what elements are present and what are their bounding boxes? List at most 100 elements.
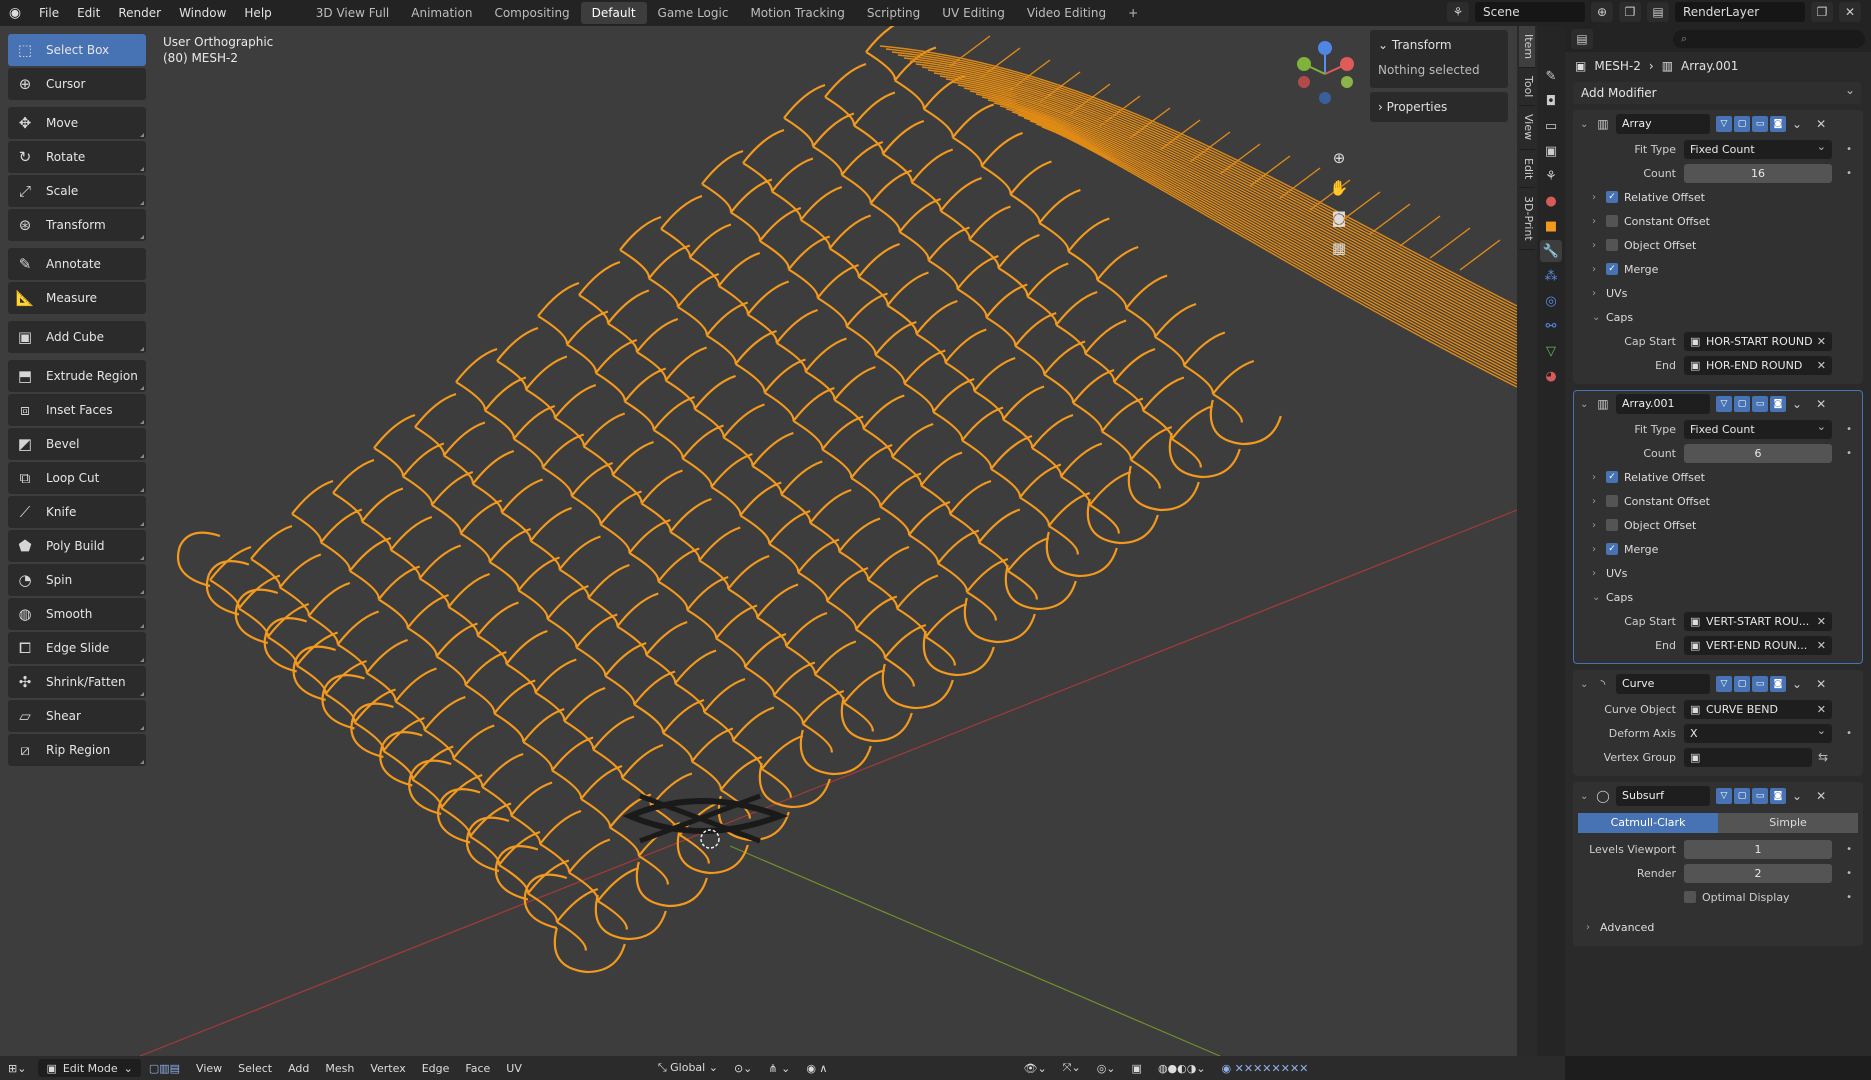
properties-search-input[interactable]: ⌕ <box>1673 30 1865 48</box>
modifier-wrench-icon[interactable]: 🔧 <box>1540 240 1562 262</box>
modifier-name-field[interactable]: Array.001 <box>1616 394 1710 414</box>
mode-select[interactable]: ▣ Edit Mode ⌄ <box>38 1059 141 1077</box>
tool-spin[interactable]: ◔ Spin <box>8 564 146 596</box>
render-camera-icon[interactable]: ◙ <box>1770 116 1786 132</box>
gizmo-toggle-icon[interactable]: ⤧⌄ <box>1055 1061 1089 1075</box>
ws-tab-video-editing[interactable]: Video Editing <box>1016 2 1117 24</box>
remove-modifier-icon[interactable]: ✕ <box>1816 397 1826 411</box>
cap-start-field[interactable]: HOR-START ROUND ✕ <box>1684 331 1832 351</box>
render-levels-field[interactable]: 2 <box>1684 863 1832 883</box>
menu-face[interactable]: Face <box>457 1062 498 1075</box>
tab-tool[interactable]: Tool <box>1519 68 1535 107</box>
clear-icon[interactable]: ✕ <box>1817 636 1826 655</box>
caps-row[interactable]: ⌄ Caps <box>1574 305 1862 329</box>
scene-props-icon[interactable]: ⚘ <box>1540 165 1562 187</box>
tool-add-cube[interactable]: ▣ Add Cube <box>8 321 146 353</box>
menu-add[interactable]: Add <box>280 1062 317 1075</box>
merge-row[interactable]: › ✓ Merge <box>1574 257 1862 281</box>
tab-item[interactable]: Item <box>1519 26 1535 69</box>
simple-button[interactable]: Simple <box>1718 813 1858 833</box>
curve-modifier-header[interactable]: ⌄ ◝ Curve ▽ ▢ ▭ ◙ ⌄ ✕ <box>1574 671 1862 697</box>
array-modifier-header[interactable]: ⌄ ▥ Array ▽ ▢ ▭ ◙ ⌄ ✕ <box>1574 111 1862 137</box>
menu-mesh[interactable]: Mesh <box>317 1062 362 1075</box>
clear-icon[interactable]: ✕ <box>1817 700 1826 719</box>
add-workspace-icon[interactable]: + <box>1117 2 1149 24</box>
deform-axis-select[interactable]: X <box>1684 721 1832 743</box>
new-scene-icon[interactable]: ❐ <box>1619 2 1641 22</box>
zoom-icon[interactable]: ⊕ <box>1325 144 1353 172</box>
editor-type-icon[interactable]: ⊞⌄ <box>0 1062 34 1075</box>
menu-edge[interactable]: Edge <box>414 1062 458 1075</box>
add-modifier-button[interactable]: Add Modifier <box>1573 79 1861 104</box>
properties-section[interactable]: › Properties <box>1370 92 1508 122</box>
dropdown-chevron-icon[interactable]: ⌄ <box>1792 789 1802 803</box>
expand-arrow-icon[interactable]: › <box>1592 192 1600 203</box>
cap-end-field[interactable]: VERT-END ROUN... ✕ <box>1684 635 1832 655</box>
optimal-display-checkbox[interactable] <box>1684 891 1696 903</box>
keyframe-dot-icon[interactable]: • <box>1846 448 1852 459</box>
ws-tab-compositing[interactable]: Compositing <box>483 2 580 24</box>
array-001-modifier-header[interactable]: ⌄ ▥ Array.001 ▽ ▢ ▭ ◙ ⌄ ✕ <box>1574 391 1862 417</box>
viewport-display-icon[interactable]: ▭ <box>1752 396 1768 412</box>
catmull-clark-button[interactable]: Catmull-Clark <box>1578 813 1718 833</box>
ws-tab-motion-tracking[interactable]: Motion Tracking <box>739 2 855 24</box>
keyframe-dot-icon[interactable]: • <box>1846 144 1852 155</box>
tool-shrink-fatten[interactable]: ✣ Shrink/Fatten <box>8 666 146 698</box>
remove-modifier-icon[interactable]: ✕ <box>1816 789 1826 803</box>
curve-object-field[interactable]: CURVE BEND ✕ <box>1684 699 1832 719</box>
scene-field[interactable]: Scene <box>1475 2 1585 22</box>
menu-render[interactable]: Render <box>109 0 170 26</box>
view-layer-icon[interactable]: ▣ <box>1540 140 1562 162</box>
3d-viewport[interactable]: User Orthographic (80) MESH-2 ⬚ Select Bo… <box>0 26 1517 1056</box>
pivot-icon[interactable]: ⊙⌄ <box>726 1062 760 1075</box>
render-camera-icon[interactable]: ◙ <box>1770 676 1786 692</box>
relative-offset-checkbox[interactable]: ✓ <box>1606 471 1618 483</box>
xray-icon[interactable]: ▣ <box>1124 1062 1150 1075</box>
modifier-name-field[interactable]: Curve <box>1616 674 1710 694</box>
on-cage-icon[interactable]: ▽ <box>1716 788 1732 804</box>
tool-transform[interactable]: ⊛ Transform <box>8 209 146 241</box>
menu-view[interactable]: View <box>188 1062 230 1075</box>
snap-icon[interactable]: ⋔ ⌄ <box>760 1062 798 1075</box>
uvs-row[interactable]: › UVs <box>1574 561 1862 585</box>
collapse-chevron-icon[interactable]: ⌄ <box>1580 791 1590 802</box>
relative-offset-row[interactable]: › ✓ Relative Offset <box>1574 465 1862 489</box>
keyframe-dot-icon[interactable]: • <box>1846 424 1852 435</box>
properties-header[interactable]: › Properties <box>1378 96 1500 118</box>
shading-modes-icon[interactable]: ◍●◐◑⌄ <box>1150 1062 1214 1075</box>
tab-view[interactable]: View <box>1519 106 1535 150</box>
keyframe-dot-icon[interactable]: • <box>1846 892 1852 903</box>
dropdown-chevron-icon[interactable]: ⌄ <box>1792 677 1802 691</box>
ws-tab-game-logic[interactable]: Game Logic <box>647 2 740 24</box>
expand-arrow-icon[interactable]: › <box>1586 922 1594 933</box>
ws-tab-scripting[interactable]: Scripting <box>856 2 931 24</box>
levels-viewport-field[interactable]: 1 <box>1684 839 1832 859</box>
on-cage-icon[interactable]: ▽ <box>1716 116 1732 132</box>
navigation-gizmo[interactable] <box>1285 34 1365 114</box>
physics-icon[interactable]: ◎ <box>1540 290 1562 312</box>
merge-checkbox[interactable]: ✓ <box>1606 263 1618 275</box>
ws-tab-default[interactable]: Default <box>580 2 647 24</box>
constant-offset-row[interactable]: › Constant Offset <box>1574 209 1862 233</box>
output-icon[interactable]: ▭ <box>1540 115 1562 137</box>
clear-icon[interactable]: ✕ <box>1817 356 1826 375</box>
remove-modifier-icon[interactable]: ✕ <box>1816 677 1826 691</box>
tool-poly-build[interactable]: ⬟ Poly Build <box>8 530 146 562</box>
tool-settings-icon[interactable]: ✎ <box>1540 65 1562 87</box>
render-layer-icon[interactable]: ▤ <box>1647 2 1669 22</box>
expand-arrow-icon[interactable]: › <box>1592 472 1600 483</box>
viewport-display-icon[interactable]: ▭ <box>1752 116 1768 132</box>
edit-mode-icon[interactable]: ▢ <box>1734 396 1750 412</box>
edit-mode-icon[interactable]: ▢ <box>1734 788 1750 804</box>
keyframe-dot-icon[interactable]: • <box>1846 168 1852 179</box>
menu-edit[interactable]: Edit <box>68 0 109 26</box>
tool-bevel[interactable]: ◩ Bevel <box>8 428 146 460</box>
edit-mode-icon[interactable]: ▢ <box>1734 116 1750 132</box>
constraints-icon[interactable]: ⚯ <box>1540 315 1562 337</box>
dropdown-chevron-icon[interactable]: ⌄ <box>1792 117 1802 131</box>
subsurf-modifier-header[interactable]: ⌄ ◯ Subsurf ▽ ▢ ▭ ◙ ⌄ ✕ <box>1574 783 1862 809</box>
collapse-chevron-icon[interactable]: ⌄ <box>1580 119 1590 130</box>
viewport-display-icon[interactable]: ▭ <box>1752 788 1768 804</box>
tool-inset-faces[interactable]: ⧈ Inset Faces <box>8 394 146 426</box>
camera-icon[interactable]: ◙ <box>1325 204 1353 232</box>
